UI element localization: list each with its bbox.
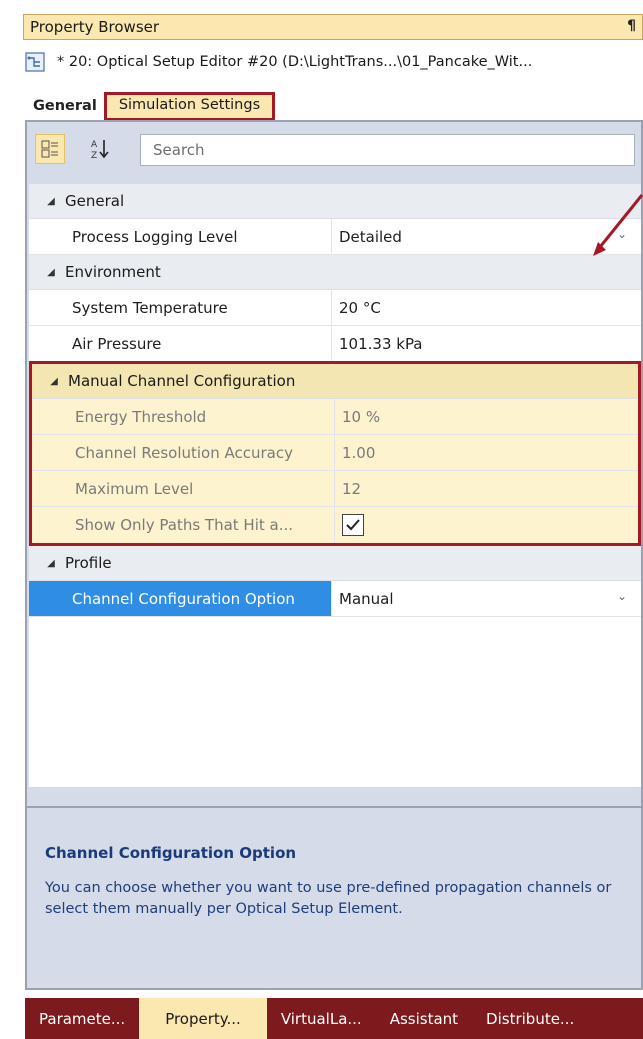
property-value: 12 xyxy=(342,479,362,498)
document-line: * 20: Optical Setup Editor #20 (D:\Light… xyxy=(23,48,643,76)
property-grid: ◢ General Process Logging Level Detailed… xyxy=(29,184,641,787)
document-title: * 20: Optical Setup Editor #20 (D:\Light… xyxy=(57,54,533,70)
property-row[interactable]: Energy Threshold 10 % xyxy=(32,399,638,435)
manual-channel-configuration-group: ◢ Manual Channel Configuration Energy Th… xyxy=(29,361,641,546)
chevron-down-icon[interactable]: ⌄ xyxy=(617,589,627,603)
property-value: 1.00 xyxy=(342,443,376,462)
description-pane: Channel Configuration Option You can cho… xyxy=(27,806,641,988)
property-row[interactable]: Air Pressure 101.33 kPa xyxy=(29,326,641,362)
property-row[interactable]: Process Logging Level Detailed ⌄ xyxy=(29,219,641,255)
collapse-triangle-icon[interactable]: ◢ xyxy=(29,196,65,207)
property-row-selected[interactable]: Channel Configuration Option Manual ⌄ xyxy=(29,581,641,617)
property-tabs: General Simulation Settings xyxy=(23,86,276,121)
property-name: Show Only Paths That Hit a... xyxy=(32,507,335,543)
tab-simulation-settings[interactable]: Simulation Settings xyxy=(103,92,276,121)
bottom-tab-bar: Paramete... Property... VirtualLa... Ass… xyxy=(25,998,643,1039)
category-label: Environment xyxy=(65,263,161,281)
sort-alphabetical-icon[interactable]: A Z xyxy=(85,134,115,164)
property-name: Process Logging Level xyxy=(29,219,332,254)
tab-parameters[interactable]: Paramete... xyxy=(25,998,139,1039)
grid-empty-area xyxy=(29,617,641,787)
category-general[interactable]: ◢ General xyxy=(29,184,641,219)
category-profile[interactable]: ◢ Profile xyxy=(29,546,641,581)
property-row[interactable]: Maximum Level 12 xyxy=(32,471,638,507)
property-value: 10 % xyxy=(342,407,381,426)
property-name: Channel Configuration Option xyxy=(29,581,332,616)
property-name: System Temperature xyxy=(29,290,332,325)
channel-configuration-option-dropdown[interactable]: Manual ⌄ xyxy=(332,581,641,616)
category-label: Manual Channel Configuration xyxy=(68,372,296,390)
search-input[interactable]: Search xyxy=(140,134,635,166)
pin-icon[interactable]: ¶ xyxy=(627,18,636,34)
property-value: Manual xyxy=(339,589,394,608)
tab-assistant[interactable]: Assistant xyxy=(376,998,472,1039)
property-value: Detailed xyxy=(339,227,402,246)
property-value: 20 °C xyxy=(339,298,381,317)
channel-resolution-accuracy-value[interactable]: 1.00 xyxy=(335,435,638,470)
search-placeholder: Search xyxy=(153,141,205,159)
category-environment[interactable]: ◢ Environment xyxy=(29,255,641,290)
property-name: Energy Threshold xyxy=(32,399,335,434)
property-name: Air Pressure xyxy=(29,326,332,361)
tab-general[interactable]: General xyxy=(23,98,103,118)
checkmark-icon xyxy=(346,519,360,531)
property-row[interactable]: Show Only Paths That Hit a... xyxy=(32,507,638,543)
maximum-level-value[interactable]: 12 xyxy=(335,471,638,506)
svg-text:A: A xyxy=(91,140,98,150)
property-name: Maximum Level xyxy=(32,471,335,506)
show-only-paths-value[interactable] xyxy=(335,507,638,543)
property-row[interactable]: System Temperature 20 °C xyxy=(29,290,641,326)
collapse-triangle-icon[interactable]: ◢ xyxy=(29,558,65,569)
collapse-triangle-icon[interactable]: ◢ xyxy=(29,267,65,278)
description-title: Channel Configuration Option xyxy=(45,844,297,862)
tab-virtual-lab[interactable]: VirtualLa... xyxy=(267,998,376,1039)
property-name: Channel Resolution Accuracy xyxy=(32,435,335,470)
energy-threshold-value[interactable]: 10 % xyxy=(335,399,638,434)
air-pressure-value[interactable]: 101.33 kPa xyxy=(332,326,641,361)
property-row[interactable]: Channel Resolution Accuracy 1.00 xyxy=(32,435,638,471)
category-label: Profile xyxy=(65,554,112,572)
property-grid-panel: A Z Search ◢ General Process Logging Lev… xyxy=(25,120,643,990)
tab-distribute[interactable]: Distribute... xyxy=(472,998,588,1039)
system-temperature-value[interactable]: 20 °C xyxy=(332,290,641,325)
category-label: General xyxy=(65,192,125,210)
category-manual-channel-configuration[interactable]: ◢ Manual Channel Configuration xyxy=(32,364,638,399)
window-title: Property Browser xyxy=(30,18,160,36)
property-value: 101.33 kPa xyxy=(339,334,423,353)
property-toolbar: A Z Search xyxy=(29,124,641,186)
show-only-paths-checkbox[interactable] xyxy=(342,514,364,536)
optical-setup-icon xyxy=(25,52,45,72)
categorized-view-icon[interactable] xyxy=(35,134,65,164)
tab-property-browser[interactable]: Property... xyxy=(139,998,267,1039)
property-browser-titlebar: Property Browser ¶ xyxy=(23,14,643,40)
svg-text:Z: Z xyxy=(91,151,97,161)
description-text: You can choose whether you want to use p… xyxy=(45,880,612,917)
collapse-triangle-icon[interactable]: ◢ xyxy=(32,376,68,387)
annotation-arrow-icon xyxy=(593,194,643,256)
